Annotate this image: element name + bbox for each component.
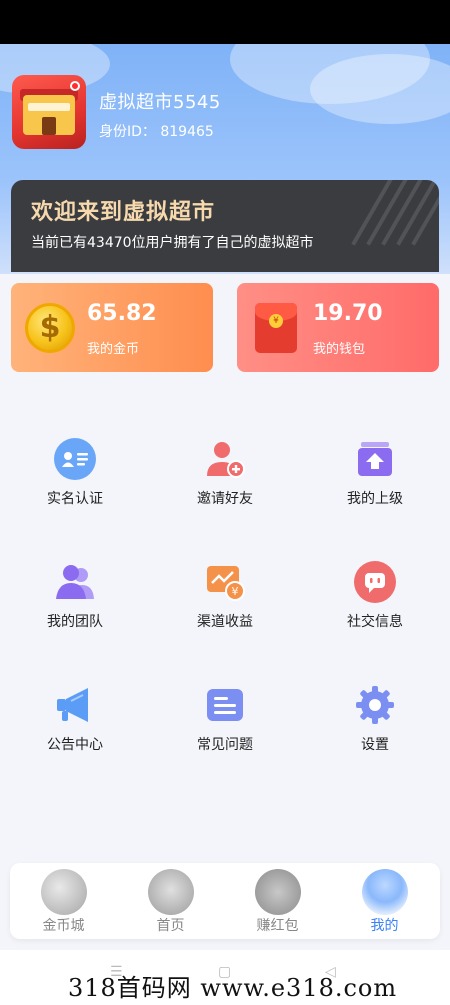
- tab-label: 金币城: [42, 918, 85, 934]
- invite-friend-icon: [207, 442, 245, 478]
- coin-city-icon: [41, 869, 87, 915]
- avatar[interactable]: [12, 75, 86, 149]
- team-icon: [56, 565, 94, 599]
- gold-coin-icon: $: [25, 303, 75, 353]
- tab-coin-city[interactable]: 金币城: [10, 863, 117, 939]
- welcome-banner: 欢迎来到虚拟超市 当前已有43470位用户拥有了自己的虚拟超市: [11, 180, 439, 272]
- tab-label: 首页: [156, 918, 185, 934]
- grid-item-my-team[interactable]: 我的团队: [0, 561, 150, 641]
- faq-list-icon: [207, 689, 243, 721]
- svg-text:¥: ¥: [232, 585, 239, 598]
- tab-label: 我的: [370, 918, 399, 934]
- tab-label: 赚红包: [256, 918, 299, 934]
- home-icon: [148, 869, 194, 915]
- user-name: 虚拟超市5545: [99, 92, 221, 113]
- grid-item-my-upline[interactable]: 我的上级: [300, 438, 450, 518]
- notification-dot: [70, 81, 80, 91]
- bottom-tab-bar: 金币城 首页 赚红包 我的: [10, 863, 440, 939]
- grid-item-faq[interactable]: 常见问题: [150, 684, 300, 764]
- grid-label: 常见问题: [197, 737, 253, 753]
- gold-coin-label: 我的金币: [87, 342, 140, 357]
- red-packet-icon: [255, 869, 301, 915]
- grid-item-announcements[interactable]: 公告中心: [0, 684, 150, 764]
- profile-icon: [362, 869, 408, 915]
- user-id: 身份ID： 819465: [99, 124, 214, 140]
- tab-home[interactable]: 首页: [117, 863, 224, 939]
- grid-label: 设置: [361, 737, 389, 753]
- cloud-decoration: [310, 54, 450, 124]
- tab-earn-red-packet[interactable]: 赚红包: [224, 863, 331, 939]
- grid-item-real-name-auth[interactable]: 实名认证: [0, 438, 150, 518]
- grid-item-settings[interactable]: 设置: [300, 684, 450, 764]
- wallet-value: 19.70: [313, 301, 383, 326]
- tab-mine[interactable]: 我的: [331, 863, 438, 939]
- wallet-card[interactable]: ¥ 19.70 我的钱包: [237, 283, 439, 372]
- gold-coin-card[interactable]: $ 65.82 我的金币: [11, 283, 213, 372]
- shop-door-shape: [42, 117, 56, 135]
- red-envelope-icon: ¥: [255, 303, 297, 353]
- id-card-icon: [54, 438, 96, 480]
- social-chat-icon: [354, 561, 396, 603]
- upline-icon: [358, 442, 392, 476]
- megaphone-icon: [57, 688, 88, 722]
- gold-coin-value: 65.82: [87, 301, 157, 326]
- channel-income-icon: ¥: [207, 566, 245, 601]
- grid-label: 我的上级: [347, 491, 403, 507]
- grid-label: 公告中心: [47, 737, 103, 753]
- wallet-label: 我的钱包: [313, 342, 366, 357]
- grid-label: 社交信息: [347, 614, 403, 630]
- status-bar: [0, 0, 450, 44]
- welcome-title: 欢迎来到虚拟超市: [31, 200, 216, 225]
- watermark-text: 318首码网 www.e318.com: [68, 974, 398, 1002]
- grid-label: 邀请好友: [197, 491, 253, 507]
- grid-item-social-info[interactable]: 社交信息: [300, 561, 450, 641]
- gear-icon: [356, 686, 394, 724]
- grid-label: 我的团队: [47, 614, 103, 630]
- grid-label: 实名认证: [47, 491, 103, 507]
- envelope-seal: ¥: [269, 314, 283, 328]
- grid-item-invite-friends[interactable]: 邀请好友: [150, 438, 300, 518]
- welcome-subtitle: 当前已有43470位用户拥有了自己的虚拟超市: [31, 235, 314, 251]
- shop-sign-shape: [28, 103, 70, 111]
- grid-label: 渠道收益: [197, 614, 253, 630]
- grid-item-channel-income[interactable]: ¥ 渠道收益: [150, 561, 300, 641]
